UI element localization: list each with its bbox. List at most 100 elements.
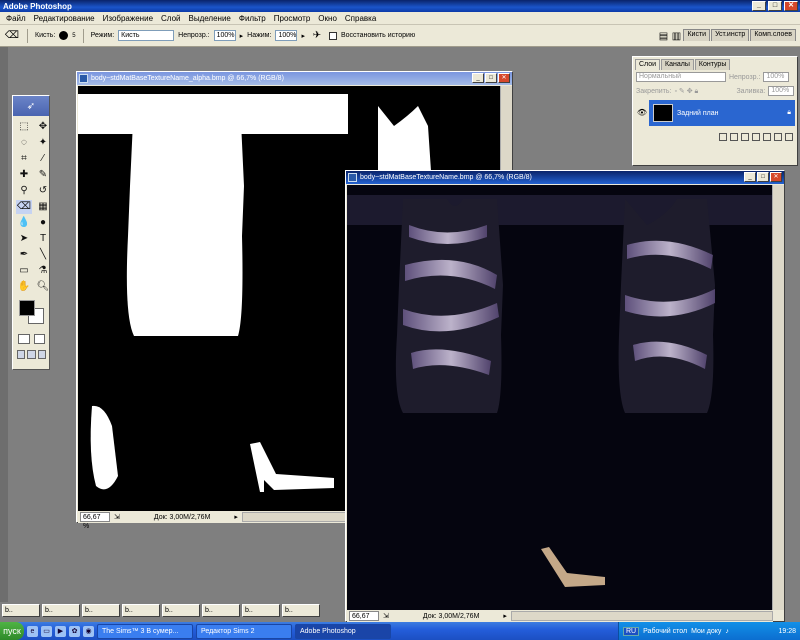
new-layer-icon[interactable] (774, 133, 782, 141)
chevron-right-icon[interactable]: ▸ (503, 612, 507, 620)
taskbar-button-sims2-editor[interactable]: Редактор Sims 2 (196, 623, 292, 639)
menu-help[interactable]: Справка (341, 14, 380, 23)
tab-tool-presets[interactable]: Уст.инстр (711, 29, 750, 41)
minimized-doc[interactable]: b.. (242, 604, 280, 617)
chevron-right-icon[interactable]: ▸ (240, 32, 244, 40)
tab-layer-comps[interactable]: Комп.слоев (750, 29, 796, 41)
layer-row-background[interactable]: 👁︎ Задний план 🔒︎ (635, 100, 795, 126)
minimized-doc[interactable]: b.. (82, 604, 120, 617)
crop-icon[interactable]: ⌗ (16, 152, 32, 166)
blend-mode-select[interactable]: Нормальный (636, 72, 726, 82)
tab-channels[interactable]: Каналы (661, 59, 694, 70)
menu-edit[interactable]: Редактирование (30, 14, 99, 23)
document-titlebar[interactable]: body~stdMatBaseTextureName_alpha.bmp @ 6… (77, 72, 512, 85)
zoom-icon[interactable]: 🔍︎ (35, 280, 51, 294)
foreground-color[interactable] (19, 300, 35, 316)
trash-icon[interactable] (785, 133, 793, 141)
eraser-icon[interactable]: ⌫ (4, 29, 20, 43)
mode-select[interactable]: Кисть (118, 30, 175, 41)
start-button[interactable]: пуск (0, 622, 24, 640)
my-docs-label[interactable]: Мои доку (691, 628, 721, 635)
horizontal-scrollbar[interactable] (510, 611, 773, 621)
firefox-icon[interactable]: ◉ (83, 625, 94, 637)
layer-style-icon[interactable] (730, 133, 738, 141)
restore-history-checkbox[interactable] (328, 31, 337, 40)
gradient-icon[interactable]: ▦ (35, 200, 51, 214)
menu-view[interactable]: Просмотр (270, 14, 315, 23)
path-select-icon[interactable]: ➤ (16, 232, 32, 246)
tab-layers[interactable]: Слои (635, 59, 661, 70)
dodge-icon[interactable]: ● (35, 216, 51, 230)
opacity-input[interactable]: 100% (213, 30, 236, 41)
minimize-button[interactable]: _ (472, 73, 484, 83)
clone-stamp-icon[interactable]: ⚲ (16, 184, 32, 198)
new-group-icon[interactable] (763, 133, 771, 141)
menu-image[interactable]: Изображение (99, 14, 157, 23)
fill-input[interactable]: 100% (768, 86, 794, 96)
file-browser-icon[interactable]: ▤ (657, 29, 669, 43)
document-titlebar[interactable]: body~stdMatBaseTextureName.bmp @ 66,7% (… (346, 171, 784, 184)
desktop-toolbar-label[interactable]: Рабочий стол (643, 628, 687, 635)
layer-opacity-input[interactable]: 100% (763, 72, 790, 82)
marquee-icon[interactable]: ⬚ (16, 120, 32, 134)
pressure-input[interactable]: 100% (275, 30, 298, 41)
eraser-icon[interactable]: ⌫ (16, 200, 32, 214)
maximize-button[interactable]: □ (768, 1, 782, 11)
minimized-doc[interactable]: b.. (42, 604, 80, 617)
eye-icon[interactable]: 👁︎ (635, 100, 649, 126)
blur-icon[interactable]: 💧 (16, 216, 32, 230)
screen-mode-standard[interactable] (17, 350, 26, 359)
screen-mode-full-menu[interactable] (27, 350, 36, 359)
standard-mode-button[interactable] (18, 334, 30, 344)
menu-select[interactable]: Выделение (184, 14, 234, 23)
zoom-field[interactable]: 66,67 % (349, 611, 379, 629)
vertical-scrollbar[interactable] (772, 185, 784, 610)
minimized-doc[interactable]: b.. (282, 604, 320, 617)
adjustment-layer-icon[interactable] (752, 133, 760, 141)
move-icon[interactable]: ✥ (35, 120, 51, 134)
minimized-doc[interactable]: b.. (162, 604, 200, 617)
healing-brush-icon[interactable]: ✚ (16, 168, 32, 182)
quick-mask-button[interactable] (33, 334, 45, 344)
volume-icon[interactable]: ♪ (725, 628, 729, 635)
lasso-icon[interactable]: ◌ (16, 136, 32, 150)
notes-icon[interactable]: ▭ (16, 264, 32, 278)
brush-icon[interactable]: ✎ (35, 168, 51, 182)
menu-file[interactable]: Файл (2, 14, 30, 23)
ie-icon[interactable]: e (27, 625, 38, 637)
tab-brushes[interactable]: Кисти (683, 29, 711, 41)
minimize-button[interactable]: _ (744, 172, 756, 182)
screen-mode-full[interactable] (37, 350, 46, 359)
lock-icons[interactable]: ▫ ✎ ✥ 🔒︎ (674, 87, 733, 96)
minimized-doc[interactable]: b.. (202, 604, 240, 617)
navigator-icon[interactable]: ⇲ (114, 513, 120, 521)
minimized-doc[interactable]: b.. (122, 604, 160, 617)
taskbar-button-photoshop[interactable]: Adobe Photoshop (295, 623, 391, 639)
minimized-doc[interactable]: b.. (2, 604, 40, 617)
pen-icon[interactable]: ✒ (16, 248, 32, 262)
canvas-color[interactable] (347, 185, 773, 610)
chevron-right-icon[interactable]: ▸ (234, 513, 238, 521)
layer-mask-icon[interactable] (741, 133, 749, 141)
history-brush-icon[interactable]: ↺ (35, 184, 51, 198)
menu-layer[interactable]: Слой (157, 14, 184, 23)
close-button[interactable]: ✕ (498, 73, 510, 83)
magic-wand-icon[interactable]: ✦ (35, 136, 51, 150)
airbrush-icon[interactable]: ✈ (309, 29, 325, 43)
minimize-button[interactable]: _ (752, 1, 766, 11)
desktop-icon[interactable]: ▭ (41, 625, 52, 637)
hand-icon[interactable]: ✋ (16, 280, 32, 294)
close-button[interactable]: ✕ (770, 172, 782, 182)
icq-icon[interactable]: ✿ (69, 625, 80, 637)
brush-preview-icon[interactable] (59, 31, 69, 40)
navigator-icon[interactable]: ⇲ (383, 612, 389, 620)
menu-filter[interactable]: Фильтр (235, 14, 270, 23)
media-player-icon[interactable]: ▶ (55, 625, 66, 637)
feather-icon[interactable]: ➶ (13, 96, 49, 116)
menu-window[interactable]: Окно (314, 14, 341, 23)
line-icon[interactable]: ╲ (35, 248, 51, 262)
eyedropper-icon[interactable]: ⚗ (35, 264, 51, 278)
type-icon[interactable]: T (35, 232, 51, 246)
language-indicator[interactable]: RU (623, 626, 640, 636)
link-layers-icon[interactable] (719, 133, 727, 141)
